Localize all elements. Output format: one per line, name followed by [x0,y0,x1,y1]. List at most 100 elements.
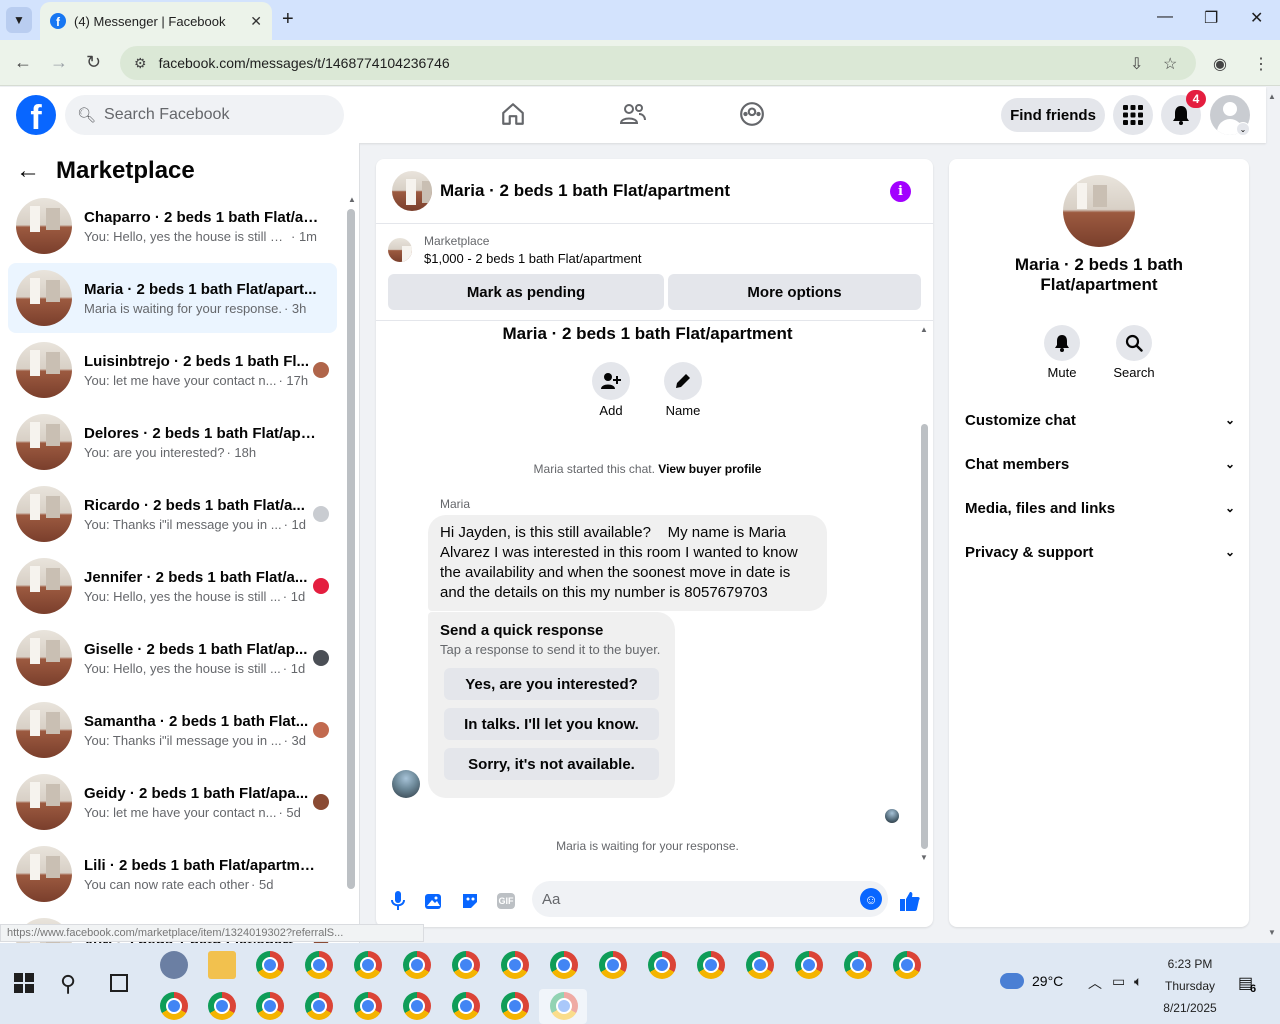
search-in-chat-icon[interactable] [1116,325,1152,361]
listing-summary[interactable]: Marketplace $1,000 - 2 beds 1 bath Flat/… [388,234,642,266]
task-view-icon[interactable] [110,974,128,992]
view-buyer-profile-link[interactable]: View buyer profile [658,462,761,476]
message-input[interactable] [542,890,842,908]
menu-grid-icon[interactable] [1113,95,1153,135]
microphone-icon[interactable] [386,889,410,913]
chrome-window-icon[interactable] [403,951,431,979]
chrome-window-icon[interactable] [893,951,921,979]
chrome-window-icon[interactable] [305,992,333,1020]
tab-search-button[interactable]: ▼ [6,7,32,33]
chat-scrollbar[interactable] [921,424,928,849]
chat-scroll-up-arrow[interactable]: ▲ [920,325,928,334]
media-files-links-row[interactable]: Media, files and links ⌄ [965,496,1235,520]
forward-icon[interactable]: → [50,52,68,73]
conversation-item[interactable]: Jennifer · 2 beds 1 bath Flat/a... You: H… [8,551,337,621]
taskbar-search-icon[interactable]: ⚲ [60,971,76,997]
menu-dots-icon[interactable]: ⋮ [1253,54,1269,74]
photo-icon[interactable] [422,889,446,913]
chrome-window-icon[interactable] [305,951,333,979]
minimize-icon[interactable]: — [1157,8,1173,26]
page-scroll-up-arrow[interactable]: ▲ [1268,92,1276,101]
sidebar-scroll-up-arrow[interactable]: ▲ [348,195,356,204]
chrome-window-icon[interactable] [550,951,578,979]
back-arrow-icon[interactable]: ← [16,157,40,185]
reload-icon[interactable]: ↻ [86,52,101,73]
install-app-icon[interactable]: ⇩ [1130,54,1143,74]
file-explorer-icon[interactable] [208,951,236,979]
chrome-window-icon[interactable] [403,992,431,1020]
quick-response-button[interactable]: Yes, are you interested? [444,668,659,700]
emoji-icon[interactable]: ☺ [860,888,882,910]
chat-info-icon[interactable]: i [890,181,911,202]
bookmark-star-icon[interactable]: ☆ [1163,54,1177,74]
address-bar[interactable]: ⚙ facebook.com/messages/t/14687741042367… [120,46,1196,80]
find-friends-button[interactable]: Find friends [1001,98,1105,132]
groups-icon[interactable] [737,99,767,129]
sticker-icon[interactable] [458,889,482,913]
chrome-window-icon[interactable] [599,951,627,979]
site-info-icon[interactable]: ⚙ [134,55,147,72]
tray-chevron-icon[interactable]: ︿ [1088,973,1102,993]
network-icon[interactable]: ▭ [1112,973,1125,990]
friends-icon[interactable] [618,99,648,129]
chrome-window-icon[interactable] [452,951,480,979]
chrome-window-icon[interactable] [501,951,529,979]
close-window-icon[interactable]: ✕ [1250,8,1263,28]
chrome-window-icon[interactable] [256,951,284,979]
tab-close-icon[interactable]: ✕ [250,13,262,30]
browser-tab[interactable]: f (4) Messenger | Facebook ✕ [40,2,272,40]
mute-bell-icon[interactable] [1044,325,1080,361]
conversation-item[interactable]: Lili · 2 beds 1 bath Flat/apartment You c… [8,839,337,909]
more-options-button[interactable]: More options [668,274,921,310]
chrome-window-icon[interactable] [208,992,236,1020]
chat-scroll-down-arrow[interactable]: ▼ [920,853,928,862]
add-person-icon[interactable] [592,362,630,400]
edit-name-icon[interactable] [664,362,702,400]
chrome-window-icon[interactable] [746,951,774,979]
sender-avatar[interactable] [392,770,420,798]
conversation-item[interactable]: Chaparro · 2 beds 1 bath Flat/ap... You: … [8,191,337,261]
chrome-window-icon[interactable] [697,951,725,979]
chrome-window-icon[interactable] [795,951,823,979]
mark-as-pending-button[interactable]: Mark as pending [388,274,664,310]
chat-header[interactable]: Maria · 2 beds 1 bath Flat/apartment [376,159,933,224]
restore-icon[interactable]: ❐ [1204,8,1218,28]
search-input[interactable] [104,106,325,124]
gif-icon[interactable]: GIF [494,889,518,913]
privacy-support-row[interactable]: Privacy & support ⌄ [965,540,1235,564]
conversation-item[interactable]: Delores · 2 beds 1 bath Flat/apar... You:… [8,407,337,477]
conversation-item[interactable]: Giselle · 2 beds 1 bath Flat/ap... You: H… [8,623,337,693]
chrome-window-icon[interactable] [256,992,284,1020]
chrome-window-icon[interactable] [844,951,872,979]
chrome-window-icon[interactable] [160,992,188,1020]
conversation-item[interactable]: Geidy · 2 beds 1 bath Flat/apa... You: le… [8,767,337,837]
profile-icon[interactable]: ◉ [1213,54,1227,74]
taskbar-clock[interactable]: 6:23 PM Thursday 8/21/2025 [1150,953,1230,1019]
customize-chat-row[interactable]: Customize chat ⌄ [965,408,1235,432]
like-thumb-icon[interactable] [898,889,922,913]
conversation-item[interactable]: Luisinbtrejo · 2 beds 1 bath Fl... You: l… [8,335,337,405]
quick-response-button[interactable]: In talks. I'll let you know. [444,708,659,740]
windows-start-icon[interactable] [14,973,34,993]
sidebar-scrollbar[interactable] [347,209,355,889]
chrome-window-icon[interactable] [501,992,529,1020]
weather-widget[interactable]: 29°C [1000,973,1063,989]
home-icon[interactable] [498,99,528,129]
chrome-window-icon[interactable] [354,992,382,1020]
conversation-item[interactable]: Samantha · 2 beds 1 bath Flat... You: Tha… [8,695,337,765]
chrome-window-icon[interactable] [354,951,382,979]
account-chevron-icon[interactable]: ⌄ [1236,122,1250,136]
page-scroll-down-arrow[interactable]: ▼ [1268,928,1276,937]
facebook-logo-icon[interactable]: f [16,95,56,135]
message-input-box[interactable]: ☺ [532,881,888,917]
volume-icon[interactable]: 🔈︎ [1134,973,1142,990]
back-icon[interactable]: ← [14,52,32,73]
chrome-window-icon[interactable] [648,951,676,979]
chrome-window-icon[interactable] [452,992,480,1020]
app-icon[interactable] [160,951,188,979]
conversation-item[interactable]: Ricardo · 2 beds 1 bath Flat/a... You: Th… [8,479,337,549]
chat-members-row[interactable]: Chat members ⌄ [965,452,1235,476]
facebook-search[interactable]: 🔍︎ [65,95,344,135]
quick-response-button[interactable]: Sorry, it's not available. [444,748,659,780]
new-tab-icon[interactable]: + [282,8,294,31]
